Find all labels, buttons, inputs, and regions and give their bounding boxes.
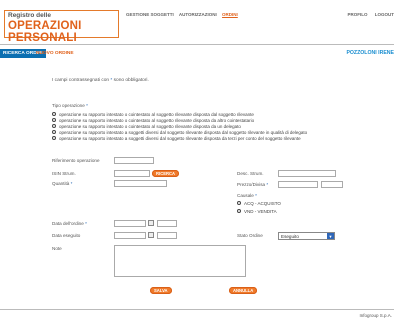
required-mark: *: [255, 193, 257, 198]
note-prefix: I campi contrassegnati con: [52, 78, 110, 83]
data-ordine-label-text: Data dell'ordine: [52, 221, 84, 226]
app-logo: Registro delle OPERAZIONI PERSONALI: [4, 10, 119, 44]
calendar-icon[interactable]: [148, 232, 154, 238]
causale-vendita[interactable]: VND - VENDITA: [237, 208, 277, 214]
calendar-icon[interactable]: [148, 220, 154, 226]
vendita-label: VND - VENDITA: [244, 208, 277, 214]
quantita-input[interactable]: [114, 180, 167, 187]
divisa-input[interactable]: [321, 181, 343, 188]
nav-gestione-soggetti[interactable]: GESTIONE SOGGETTI: [126, 12, 174, 17]
causale-acquisto[interactable]: ACQ - ACQUISTO: [237, 200, 281, 206]
salva-button[interactable]: SALVA: [150, 287, 172, 294]
logo-line1: Registro delle: [8, 12, 51, 19]
right-nav: PROFILO LOGOUT: [341, 12, 394, 17]
tipo-label: Tipo operazione *: [52, 103, 88, 108]
nav-logout[interactable]: LOGOUT: [375, 12, 394, 17]
tipo-radio-group: operazione su rapporto intestato o coint…: [52, 111, 307, 141]
radio-button[interactable]: [52, 112, 56, 116]
ora-ordine-input[interactable]: [157, 220, 177, 227]
footer-text: Infogroup S.p.A.: [359, 313, 392, 318]
nav-autorizzazioni[interactable]: AUTORIZZAZIONI: [179, 12, 217, 17]
radio-label: operazione su rapporto intestato o coint…: [59, 111, 254, 117]
tipo-label-text: Tipo operazione: [52, 103, 85, 108]
chevron-down-icon[interactable]: ▼: [327, 233, 334, 239]
ora-eseguito-input[interactable]: [157, 232, 177, 239]
data-ordine-input[interactable]: [114, 220, 146, 227]
causale-label: Causale *: [237, 193, 257, 198]
data-eseguito-label: Data eseguito: [52, 233, 81, 238]
radio-button[interactable]: [52, 124, 56, 128]
note-suffix: sono obbligatori.: [113, 78, 149, 83]
riferimento-label: Riferimento operazione: [52, 158, 100, 163]
riferimento-input[interactable]: [114, 157, 154, 164]
note-label: Note: [52, 246, 62, 251]
radio-label: operazione su rapporto intestato a sogge…: [59, 135, 301, 141]
nav-profilo[interactable]: PROFILO: [347, 12, 367, 17]
data-eseguito-input[interactable]: [114, 232, 146, 239]
nav-ordini[interactable]: ORDINI: [222, 12, 238, 17]
desc-label: Desc. Strum.: [237, 171, 264, 176]
stato-label: Stato Ordine: [237, 233, 263, 238]
prezzo-input[interactable]: [278, 181, 318, 188]
annulla-button[interactable]: ANNULLA: [229, 287, 258, 294]
required-note: I campi contrassegnati con * sono obblig…: [52, 78, 149, 83]
radio-button[interactable]: [52, 118, 56, 122]
radio-option[interactable]: operazione su rapporto intestato a sogge…: [52, 129, 307, 135]
radio-button[interactable]: [52, 136, 56, 140]
required-mark: *: [266, 182, 269, 187]
required-mark: *: [110, 78, 113, 83]
footer-divider: [0, 309, 394, 310]
quantita-label: Quantità *: [52, 181, 72, 186]
isin-label: ISIN Strum.: [52, 171, 76, 176]
header-divider: [0, 44, 394, 45]
quantita-label-text: Quantità: [52, 181, 70, 186]
isin-input[interactable]: [114, 170, 150, 177]
radio-label: operazione su rapporto intestato a sogge…: [59, 129, 308, 135]
note-textarea[interactable]: [114, 245, 246, 277]
radio-button[interactable]: [52, 130, 56, 134]
position-label: POZZOLONI IRENE: [346, 50, 394, 56]
radio-label: operazione su rapporto intestato o coint…: [59, 117, 255, 123]
ricerca-button[interactable]: RICERCA: [152, 170, 180, 177]
causale-label-text: Causale: [237, 193, 254, 198]
top-nav: GESTIONE SOGGETTI AUTORIZZAZIONI ORDINI: [126, 12, 242, 17]
logo-line2: OPERAZIONI PERSONALI: [8, 20, 82, 44]
desc-input[interactable]: [278, 170, 336, 177]
required-mark: *: [85, 221, 87, 226]
radio-button[interactable]: [237, 201, 241, 205]
acquisto-label: ACQ - ACQUISTO: [244, 200, 281, 206]
prezzo-label: Prezzo/Divisa *: [237, 182, 268, 187]
stato-select[interactable]: Eseguito ▼: [278, 232, 335, 240]
required-mark: *: [86, 103, 88, 108]
tab-nuovo-ordine[interactable]: NUOVO ORDINE: [33, 49, 77, 58]
radio-label: operazione su rapporto intestato o coint…: [59, 123, 241, 129]
stato-value: Eseguito: [281, 233, 299, 239]
radio-button[interactable]: [237, 209, 241, 213]
radio-option[interactable]: operazione su rapporto intestato a sogge…: [52, 135, 307, 141]
data-ordine-label: Data dell'ordine *: [52, 221, 87, 226]
prezzo-label-text: Prezzo/Divisa: [237, 182, 266, 187]
required-mark: *: [70, 181, 73, 186]
